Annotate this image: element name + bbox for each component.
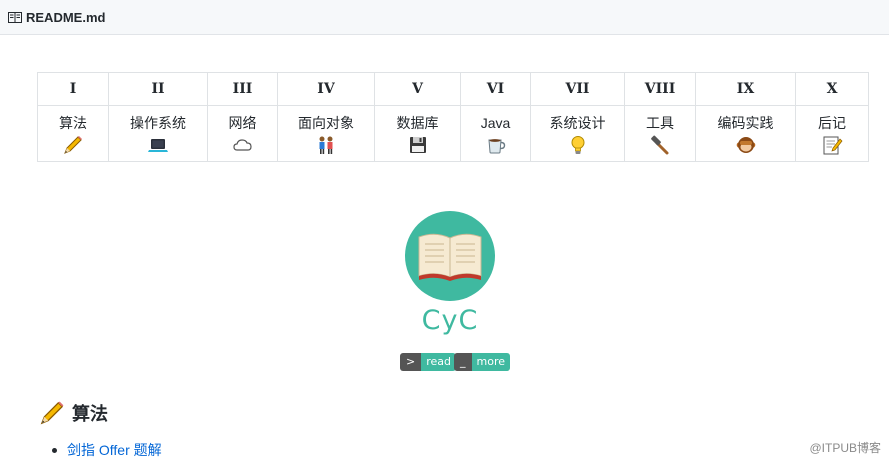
cloud-icon	[232, 139, 252, 151]
file-header: README.md	[0, 0, 889, 35]
nav-item-label[interactable]: 算法	[38, 114, 108, 132]
nav-header-6: VI	[460, 72, 531, 106]
nav-item-tools[interactable]: 工具	[624, 105, 696, 162]
coffee-icon	[487, 139, 505, 154]
nav-item-coding-practice[interactable]: 编码实践	[695, 105, 796, 162]
more-badge-label: more	[471, 353, 510, 371]
monkey-icon	[736, 137, 755, 153]
nav-header-1: I	[37, 72, 109, 106]
nav-header-4: IV	[277, 72, 375, 106]
nav-item-label[interactable]: 网络	[208, 114, 277, 132]
nav-item-database[interactable]: 数据库	[374, 105, 461, 162]
read-badge-label: read	[421, 353, 456, 371]
nav-item-label[interactable]: 后记	[796, 114, 868, 132]
section-heading: 算法	[38, 399, 108, 427]
nav-item-label[interactable]: 工具	[625, 114, 695, 132]
section-title: 算法	[72, 404, 108, 424]
nav-item-java[interactable]: Java	[460, 105, 531, 162]
more-badge-prefix: _	[454, 353, 472, 371]
nav-items-row: 算法 操作系统 网络 面向对象 数据库 Java 系统设计 工具 编码实践 后记	[37, 105, 869, 162]
nav-item-os[interactable]: 操作系统	[108, 105, 208, 162]
nav-header-3: III	[207, 72, 278, 106]
filename: README.md	[26, 9, 106, 25]
bullet	[52, 447, 57, 453]
brand-name: CyC	[421, 305, 479, 336]
pencil-icon	[64, 136, 82, 154]
nav-item-oop[interactable]: 面向对象	[277, 105, 375, 162]
list-item: 剑指 Offer 题解	[52, 440, 162, 460]
bulb-icon	[571, 136, 584, 154]
nav-item-algorithm[interactable]: 算法	[37, 105, 109, 162]
nav-item-network[interactable]: 网络	[207, 105, 278, 162]
pencil-icon	[40, 401, 64, 425]
nav-header-8: VIII	[624, 72, 696, 106]
nav-item-label[interactable]: 数据库	[375, 114, 460, 132]
laptop-icon	[148, 139, 168, 152]
nav-header-5: V	[374, 72, 461, 106]
link-list: 剑指 Offer 题解	[52, 440, 162, 460]
nav-header-2: II	[108, 72, 208, 106]
memo-icon	[823, 136, 843, 155]
read-badge[interactable]: > read	[400, 353, 456, 371]
book-icon	[8, 11, 22, 23]
read-badge-prefix: >	[400, 353, 422, 371]
nav-header-7: VII	[530, 72, 625, 106]
nav-item-label[interactable]: 系统设计	[531, 114, 624, 132]
nav-item-label[interactable]: 编码实践	[696, 114, 795, 132]
nav-header-9: IX	[695, 72, 796, 106]
nav-item-postscript[interactable]: 后记	[795, 105, 869, 162]
floppy-disk-icon	[409, 137, 426, 153]
nav-header-row: I II III IV V VI VII VIII IX X	[37, 72, 869, 106]
cyc-logo	[405, 211, 495, 301]
offer-solutions-link[interactable]: 剑指 Offer 题解	[67, 440, 162, 460]
hammer-icon	[651, 135, 669, 155]
nav-item-label[interactable]: 操作系统	[109, 114, 207, 132]
nav-header-10: X	[795, 72, 869, 106]
nav-item-label[interactable]: Java	[461, 114, 530, 132]
open-book-icon	[418, 233, 482, 281]
couple-icon	[319, 136, 333, 154]
nav-table: I II III IV V VI VII VIII IX X 算法 操作系统 网…	[37, 72, 869, 162]
more-badge[interactable]: _ more	[454, 353, 510, 371]
nav-item-system-design[interactable]: 系统设计	[530, 105, 625, 162]
nav-item-label[interactable]: 面向对象	[278, 114, 374, 132]
watermark: @ITPUB博客	[809, 441, 881, 455]
